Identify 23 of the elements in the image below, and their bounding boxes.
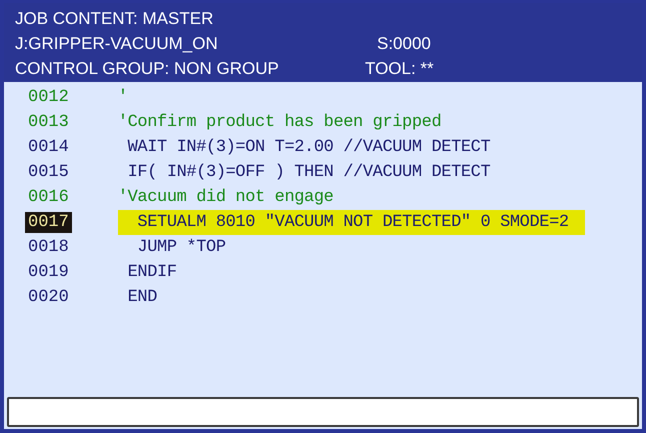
line-number[interactable]: 0014: [25, 137, 72, 158]
input-field[interactable]: [7, 397, 639, 427]
line-number[interactable]: 0018: [25, 237, 72, 258]
comment-line[interactable]: ': [118, 85, 144, 110]
instruction-line[interactable]: WAIT IN#(3)=ON T=2.00 //VACUUM DETECT: [118, 135, 506, 160]
control-group-label: CONTROL GROUP: NON GROUP: [15, 58, 280, 80]
line-number[interactable]: 0013: [25, 112, 72, 133]
job-name: J:GRIPPER-VACUUM_ON: [15, 33, 219, 55]
tool-label: TOOL: **: [365, 58, 434, 80]
instruction-line[interactable]: END: [118, 285, 174, 310]
step-counter: S:0000: [377, 33, 431, 55]
comment-line[interactable]: 'Confirm product has been gripped: [118, 110, 458, 135]
line-number[interactable]: 0012: [25, 87, 72, 108]
line-number[interactable]: 0016: [25, 187, 72, 208]
instruction-line[interactable]: IF( IN#(3)=OFF ) THEN //VACUUM DETECT: [118, 160, 506, 185]
line-number[interactable]: 0020: [25, 287, 72, 308]
line-number[interactable]: 0019: [25, 262, 72, 283]
line-number[interactable]: 0015: [25, 162, 72, 183]
instruction-line[interactable]: ENDIF: [118, 260, 193, 285]
instruction-line[interactable]: JUMP *TOP: [118, 235, 242, 260]
comment-line[interactable]: 'Vacuum did not engage: [118, 185, 350, 210]
line-number[interactable]: 0017: [25, 212, 72, 233]
job-title: JOB CONTENT: MASTER: [15, 9, 214, 28]
